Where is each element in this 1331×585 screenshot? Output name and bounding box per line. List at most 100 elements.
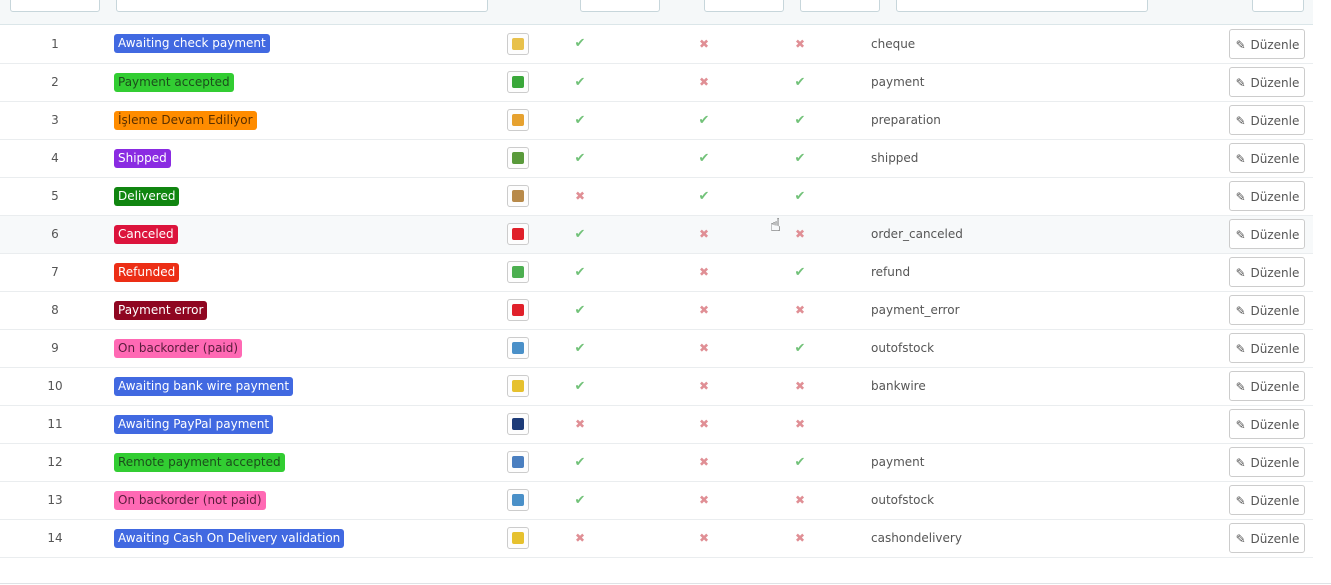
edit-label: Düzenle: [1250, 380, 1300, 394]
cross-icon[interactable]: ✖: [795, 493, 805, 507]
edit-label: Düzenle: [1250, 114, 1300, 128]
check-icon[interactable]: ✔: [575, 455, 586, 470]
table-row[interactable]: 5 Delivered ✖ ✔ ✔ ✎ Düzenle: [0, 177, 1313, 215]
check-icon[interactable]: ✔: [699, 113, 710, 128]
table-row[interactable]: 13 On backorder (not paid) ✔ ✖ ✖ outofst…: [0, 481, 1313, 519]
table-row[interactable]: 8 Payment error ✔ ✖ ✖ payment_error ✎ Dü…: [0, 291, 1313, 329]
cross-icon[interactable]: ✖: [699, 379, 709, 393]
table-row[interactable]: 11 Awaiting PayPal payment ✖ ✖ ✖ ✎ Düzen…: [0, 405, 1313, 443]
truck-icon: [507, 147, 529, 169]
status-badge: İşleme Devam Ediliyor: [114, 110, 257, 130]
filter-id-input[interactable]: [10, 0, 100, 12]
edit-label: Düzenle: [1250, 304, 1300, 318]
hand-cursor-icon: ☝: [770, 215, 781, 236]
accepted-icon: [507, 71, 529, 93]
edit-button[interactable]: ✎ Düzenle: [1229, 28, 1305, 59]
filter-template-input[interactable]: [896, 0, 1148, 12]
table-row[interactable]: 12 Remote payment accepted ✔ ✖ ✔ payment…: [0, 443, 1313, 481]
table-row[interactable]: 10 Awaiting bank wire payment ✔ ✖ ✖ bank…: [0, 367, 1313, 405]
check-icon[interactable]: ✔: [575, 36, 586, 51]
paypal-icon: [507, 413, 529, 435]
cross-icon[interactable]: ✖: [699, 265, 709, 279]
check-icon[interactable]: ✔: [575, 493, 586, 508]
table-row[interactable]: 2 Payment accepted ✔ ✖ ✔ payment ✎ Düzen…: [0, 63, 1313, 101]
edit-button[interactable]: ✎ Düzenle: [1229, 409, 1305, 439]
filter-b-select[interactable]: [704, 0, 784, 12]
check-icon[interactable]: ✔: [795, 113, 806, 128]
table-row[interactable]: 9 On backorder (paid) ✔ ✖ ✔ outofstock ✎…: [0, 329, 1313, 367]
template-name: outofstock: [871, 493, 935, 507]
cross-icon[interactable]: ✖: [699, 303, 709, 317]
edit-button[interactable]: ✎ Düzenle: [1229, 485, 1305, 515]
cross-icon[interactable]: ✖: [699, 455, 709, 469]
cross-icon[interactable]: ✖: [699, 227, 709, 241]
row-id: 3: [51, 113, 59, 127]
edit-button[interactable]: ✎ Düzenle: [1229, 447, 1305, 477]
check-icon[interactable]: ✔: [795, 341, 806, 356]
filter-search-button[interactable]: [1252, 0, 1304, 12]
status-badge: Payment accepted: [114, 72, 234, 92]
edit-button[interactable]: ✎ Düzenle: [1229, 143, 1305, 173]
order-status-table: 1 Awaiting check payment ✔ ✖ ✖ cheque ✎ …: [0, 25, 1313, 558]
cross-icon[interactable]: ✖: [795, 417, 805, 431]
check-icon[interactable]: ✔: [795, 151, 806, 166]
check-icon[interactable]: ✔: [795, 75, 806, 90]
row-id: 5: [51, 189, 59, 203]
pencil-icon: ✎: [1235, 76, 1246, 90]
check-icon[interactable]: ✔: [575, 151, 586, 166]
cross-icon[interactable]: ✖: [575, 189, 585, 203]
coins-icon: [507, 375, 529, 397]
cross-icon[interactable]: ✖: [699, 37, 709, 51]
row-id: 1: [51, 36, 59, 51]
check-icon[interactable]: ✔: [699, 151, 710, 166]
check-icon[interactable]: ✔: [575, 75, 586, 90]
template-name: cheque: [871, 36, 916, 51]
backorder-icon: [507, 489, 529, 511]
cross-icon[interactable]: ✖: [575, 417, 585, 431]
table-row[interactable]: 4 Shipped ✔ ✔ ✔ shipped ✎ Düzenle: [0, 139, 1313, 177]
check-icon[interactable]: ✔: [575, 265, 586, 280]
row-id: 7: [51, 265, 59, 279]
table-row[interactable]: 6 Canceled ✔ ✖ ✖ order_canceled ✎ Düzenl…: [0, 215, 1313, 253]
edit-button[interactable]: ✎ Düzenle: [1229, 105, 1305, 135]
edit-label: Düzenle: [1250, 532, 1300, 546]
edit-button[interactable]: ✎ Düzenle: [1229, 295, 1305, 325]
edit-button[interactable]: ✎ Düzenle: [1229, 523, 1305, 553]
check-icon[interactable]: ✔: [575, 341, 586, 356]
cross-icon[interactable]: ✖: [795, 227, 805, 241]
filter-name-input[interactable]: [116, 0, 488, 12]
filter-a-select[interactable]: [580, 0, 660, 12]
edit-label: Düzenle: [1250, 190, 1300, 204]
edit-button[interactable]: ✎ Düzenle: [1229, 181, 1305, 211]
edit-button[interactable]: ✎ Düzenle: [1229, 371, 1305, 401]
edit-button[interactable]: ✎ Düzenle: [1229, 67, 1305, 97]
filter-c-select[interactable]: [800, 0, 880, 12]
cross-icon[interactable]: ✖: [699, 341, 709, 355]
check-icon[interactable]: ✔: [795, 189, 806, 204]
check-icon[interactable]: ✔: [699, 189, 710, 204]
check-icon[interactable]: ✔: [575, 113, 586, 128]
cross-icon[interactable]: ✖: [795, 303, 805, 317]
cross-icon[interactable]: ✖: [699, 531, 709, 545]
template-name: [816, 405, 1191, 443]
cross-icon[interactable]: ✖: [699, 417, 709, 431]
cross-icon[interactable]: ✖: [699, 75, 709, 89]
cross-icon[interactable]: ✖: [795, 531, 805, 545]
edit-button[interactable]: ✎ Düzenle: [1229, 257, 1305, 287]
check-icon[interactable]: ✔: [795, 455, 806, 470]
table-row[interactable]: 7 Refunded ✔ ✖ ✔ refund ✎ Düzenle: [0, 253, 1313, 291]
table-row[interactable]: 3 İşleme Devam Ediliyor ✔ ✔ ✔ preparatio…: [0, 101, 1313, 139]
table-row[interactable]: 14 Awaiting Cash On Delivery validation …: [0, 519, 1313, 557]
cross-icon[interactable]: ✖: [795, 379, 805, 393]
cross-icon[interactable]: ✖: [575, 531, 585, 545]
check-icon[interactable]: ✔: [575, 303, 586, 318]
table-row[interactable]: 1 Awaiting check payment ✔ ✖ ✖ cheque ✎ …: [0, 25, 1313, 63]
edit-button[interactable]: ✎ Düzenle: [1229, 219, 1305, 249]
cross-icon[interactable]: ✖: [699, 493, 709, 507]
cross-icon[interactable]: ✖: [795, 37, 805, 51]
check-icon[interactable]: ✔: [575, 227, 586, 242]
check-icon[interactable]: ✔: [575, 379, 586, 394]
edit-button[interactable]: ✎ Düzenle: [1229, 333, 1305, 363]
status-badge: Refunded: [114, 262, 180, 282]
check-icon[interactable]: ✔: [795, 265, 806, 280]
